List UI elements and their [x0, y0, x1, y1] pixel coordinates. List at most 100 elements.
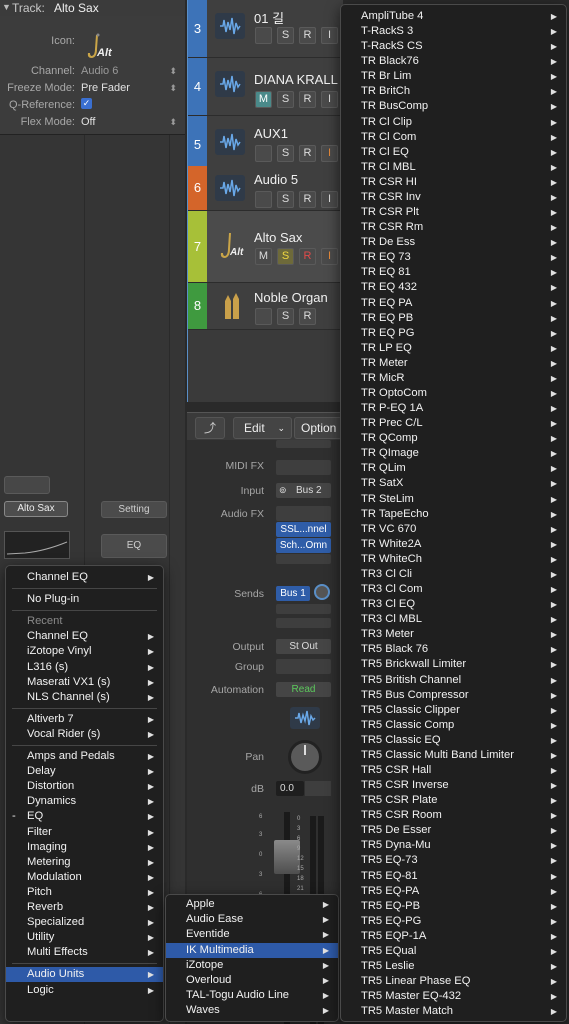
send-slot-1[interactable]: Bus 1 [276, 586, 310, 601]
menu-item-nls-channel-s[interactable]: NLS Channel (s) ▶ [6, 690, 163, 705]
input-monitor-button[interactable]: I [321, 248, 338, 265]
menu-item-audio-units[interactable]: Audio Units ▶ [6, 967, 163, 983]
vendor-item-eventide[interactable]: Eventide ▶ [166, 927, 338, 942]
vendor-item-apple[interactable]: Apple ▶ [166, 897, 338, 912]
channel-value[interactable]: Audio 6 [81, 65, 118, 77]
record-button[interactable]: R [299, 191, 316, 208]
options-menu-button[interactable]: Option [294, 417, 346, 439]
vendor-item-overloud[interactable]: Overloud ▶ [166, 973, 338, 988]
plugin-item-tr-black76[interactable]: TR Black76 ▶ [341, 54, 566, 69]
track-button-empty[interactable] [255, 27, 272, 44]
menu-item-l316-s[interactable]: L316 (s) ▶ [6, 660, 163, 675]
solo-button[interactable]: S [277, 248, 294, 265]
menu-item-modulation[interactable]: Modulation ▶ [6, 870, 163, 885]
track-row-selected[interactable]: 7 Alt Alto Sax M S R I [188, 211, 343, 283]
midi-fx-slot[interactable] [276, 460, 331, 475]
eq-thumbnail[interactable] [4, 531, 70, 559]
solo-button[interactable]: S [277, 27, 294, 44]
plugin-item-t-racks-cs[interactable]: T-RackS CS ▶ [341, 39, 566, 54]
menu-item-multi-effects[interactable]: Multi Effects ▶ [6, 945, 163, 960]
track-row[interactable]: 3 01 길 S R I [188, 0, 343, 58]
plugin-item-tr5-leslie[interactable]: TR5 Leslie ▶ [341, 959, 566, 974]
plugin-item-tr-vc-670[interactable]: TR VC 670 ▶ [341, 522, 566, 537]
plugin-item-tr5-master-eq-432[interactable]: TR5 Master EQ-432 ▶ [341, 989, 566, 1004]
send-level-knob[interactable] [314, 584, 330, 600]
plugin-item-tr5-classic-clipper[interactable]: TR5 Classic Clipper ▶ [341, 703, 566, 718]
menu-item-logic[interactable]: Logic ▶ [6, 983, 163, 998]
audio-fx-empty-slot[interactable] [276, 554, 331, 564]
flex-mode-value[interactable]: Off [81, 116, 95, 128]
record-button[interactable]: R [299, 308, 316, 325]
freeze-mode-value[interactable]: Pre Fader [81, 82, 130, 94]
track-name[interactable]: 01 길 [254, 8, 284, 27]
track-row[interactable]: 8 Noble Organ S R [188, 283, 343, 330]
plugin-item-tr5-eq-pg[interactable]: TR5 EQ-PG ▶ [341, 914, 566, 929]
input-slot[interactable]: ⊚ Bus 2 [276, 483, 331, 498]
plugin-item-tr5-linear-phase-eq[interactable]: TR5 Linear Phase EQ ▶ [341, 974, 566, 989]
q-reference-row[interactable]: Q-Reference: ✓ [0, 97, 185, 114]
plugin-item-tr5-classic-eq[interactable]: TR5 Classic EQ ▶ [341, 733, 566, 748]
plugin-item-tr-csr-rm[interactable]: TR CSR Rm ▶ [341, 220, 566, 235]
menu-item-specialized[interactable]: Specialized ▶ [6, 915, 163, 930]
plugin-item-tr5-eqp-1a[interactable]: TR5 EQP-1A ▶ [341, 929, 566, 944]
plugin-item-t-racks-3[interactable]: T-RackS 3 ▶ [341, 24, 566, 39]
menu-item-channel-eq[interactable]: Channel EQ ▶ [6, 629, 163, 644]
menu-item-delay[interactable]: Delay ▶ [6, 764, 163, 779]
plugin-item-tr5-brickwall-limiter[interactable]: TR5 Brickwall Limiter ▶ [341, 657, 566, 672]
menu-item-no-plug-in[interactable]: No Plug-in [6, 592, 163, 607]
vendor-item-izotope[interactable]: iZotope ▶ [166, 958, 338, 973]
plugin-item-tr5-csr-plate[interactable]: TR5 CSR Plate ▶ [341, 793, 566, 808]
track-button-empty[interactable] [255, 308, 272, 325]
track-row[interactable]: 4 DIANA KRALL – M S R I [188, 58, 348, 116]
menu-item-maserati-vx1-s[interactable]: Maserati VX1 (s) ▶ [6, 675, 163, 690]
plugin-item-tr-eq-pb[interactable]: TR EQ PB ▶ [341, 311, 566, 326]
menu-item-filter[interactable]: Filter ▶ [6, 825, 163, 840]
plugin-item-tr-csr-hi[interactable]: TR CSR HI ▶ [341, 175, 566, 190]
plugin-item-tr5-eq-pa[interactable]: TR5 EQ-PA ▶ [341, 884, 566, 899]
plugin-item-tr-cl-eq[interactable]: TR Cl EQ ▶ [341, 145, 566, 160]
vendor-item-waves[interactable]: Waves ▶ [166, 1003, 338, 1018]
plugin-item-tr5-csr-inverse[interactable]: TR5 CSR Inverse ▶ [341, 778, 566, 793]
edit-menu-button[interactable]: Edit ⌄ [233, 417, 292, 439]
plugin-item-tr-stelim[interactable]: TR SteLim ▶ [341, 492, 566, 507]
vendor-item-audio-ease[interactable]: Audio Ease ▶ [166, 912, 338, 927]
updown-icon[interactable]: ⬍ [169, 117, 177, 128]
q-reference-checkbox[interactable]: ✓ [81, 98, 92, 109]
track-button-empty[interactable] [255, 191, 272, 208]
plugin-item-tr-qlim[interactable]: TR QLim ▶ [341, 461, 566, 476]
menu-item-pitch[interactable]: Pitch ▶ [6, 885, 163, 900]
menu-item-izotope-vinyl[interactable]: iZotope Vinyl ▶ [6, 644, 163, 659]
strip-slot[interactable] [4, 476, 50, 494]
plugin-item-tr-cl-clip[interactable]: TR Cl Clip ▶ [341, 115, 566, 130]
mute-button[interactable]: M [255, 248, 272, 265]
disclosure-triangle-icon[interactable]: ▼ [2, 2, 11, 12]
plugin-item-tr-micr[interactable]: TR MicR ▶ [341, 371, 566, 386]
plugin-item-tr-tapeecho[interactable]: TR TapeEcho ▶ [341, 507, 566, 522]
plugin-item-tr-eq-pg[interactable]: TR EQ PG ▶ [341, 326, 566, 341]
eq-button[interactable]: EQ [101, 534, 167, 558]
plugin-item-tr5-master-match[interactable]: TR5 Master Match ▶ [341, 1004, 566, 1019]
plugin-item-tr-qimage[interactable]: TR QImage ▶ [341, 446, 566, 461]
plugin-item-tr5-csr-hall[interactable]: TR5 CSR Hall ▶ [341, 763, 566, 778]
plugin-item-tr-eq-81[interactable]: TR EQ 81 ▶ [341, 265, 566, 280]
plugin-item-tr-satx[interactable]: TR SatX ▶ [341, 476, 566, 491]
plugin-item-tr-eq-432[interactable]: TR EQ 432 ▶ [341, 280, 566, 295]
plugin-item-tr5-bus-compressor[interactable]: TR5 Bus Compressor ▶ [341, 688, 566, 703]
menu-item-reverb[interactable]: Reverb ▶ [6, 900, 163, 915]
menu-item-amps-and-pedals[interactable]: Amps and Pedals ▶ [6, 749, 163, 764]
plugin-item-tr-csr-plt[interactable]: TR CSR Plt ▶ [341, 205, 566, 220]
saxophone-icon[interactable]: Alt [82, 33, 114, 63]
menu-item-eq[interactable]: - EQ ▶ [6, 809, 163, 824]
plugin-item-tr5-de-esser[interactable]: TR5 De Esser ▶ [341, 823, 566, 838]
send-empty-slot[interactable] [276, 604, 331, 614]
audio-fx-slot-1[interactable]: SSL...nnel [276, 522, 331, 537]
plugin-item-tr-cl-mbl[interactable]: TR Cl MBL ▶ [341, 160, 566, 175]
input-monitor-button[interactable]: I [321, 91, 338, 108]
automation-mode[interactable]: Read [276, 682, 331, 697]
plugin-item-tr5-eq-pb[interactable]: TR5 EQ-PB ▶ [341, 899, 566, 914]
menu-item-vocal-rider-s[interactable]: Vocal Rider (s) ▶ [6, 727, 163, 742]
solo-button[interactable]: S [277, 145, 294, 162]
plugin-item-tr3-meter[interactable]: TR3 Meter ▶ [341, 627, 566, 642]
input-monitor-button[interactable]: I [321, 27, 338, 44]
track-name[interactable]: Alto Sax [254, 230, 302, 245]
